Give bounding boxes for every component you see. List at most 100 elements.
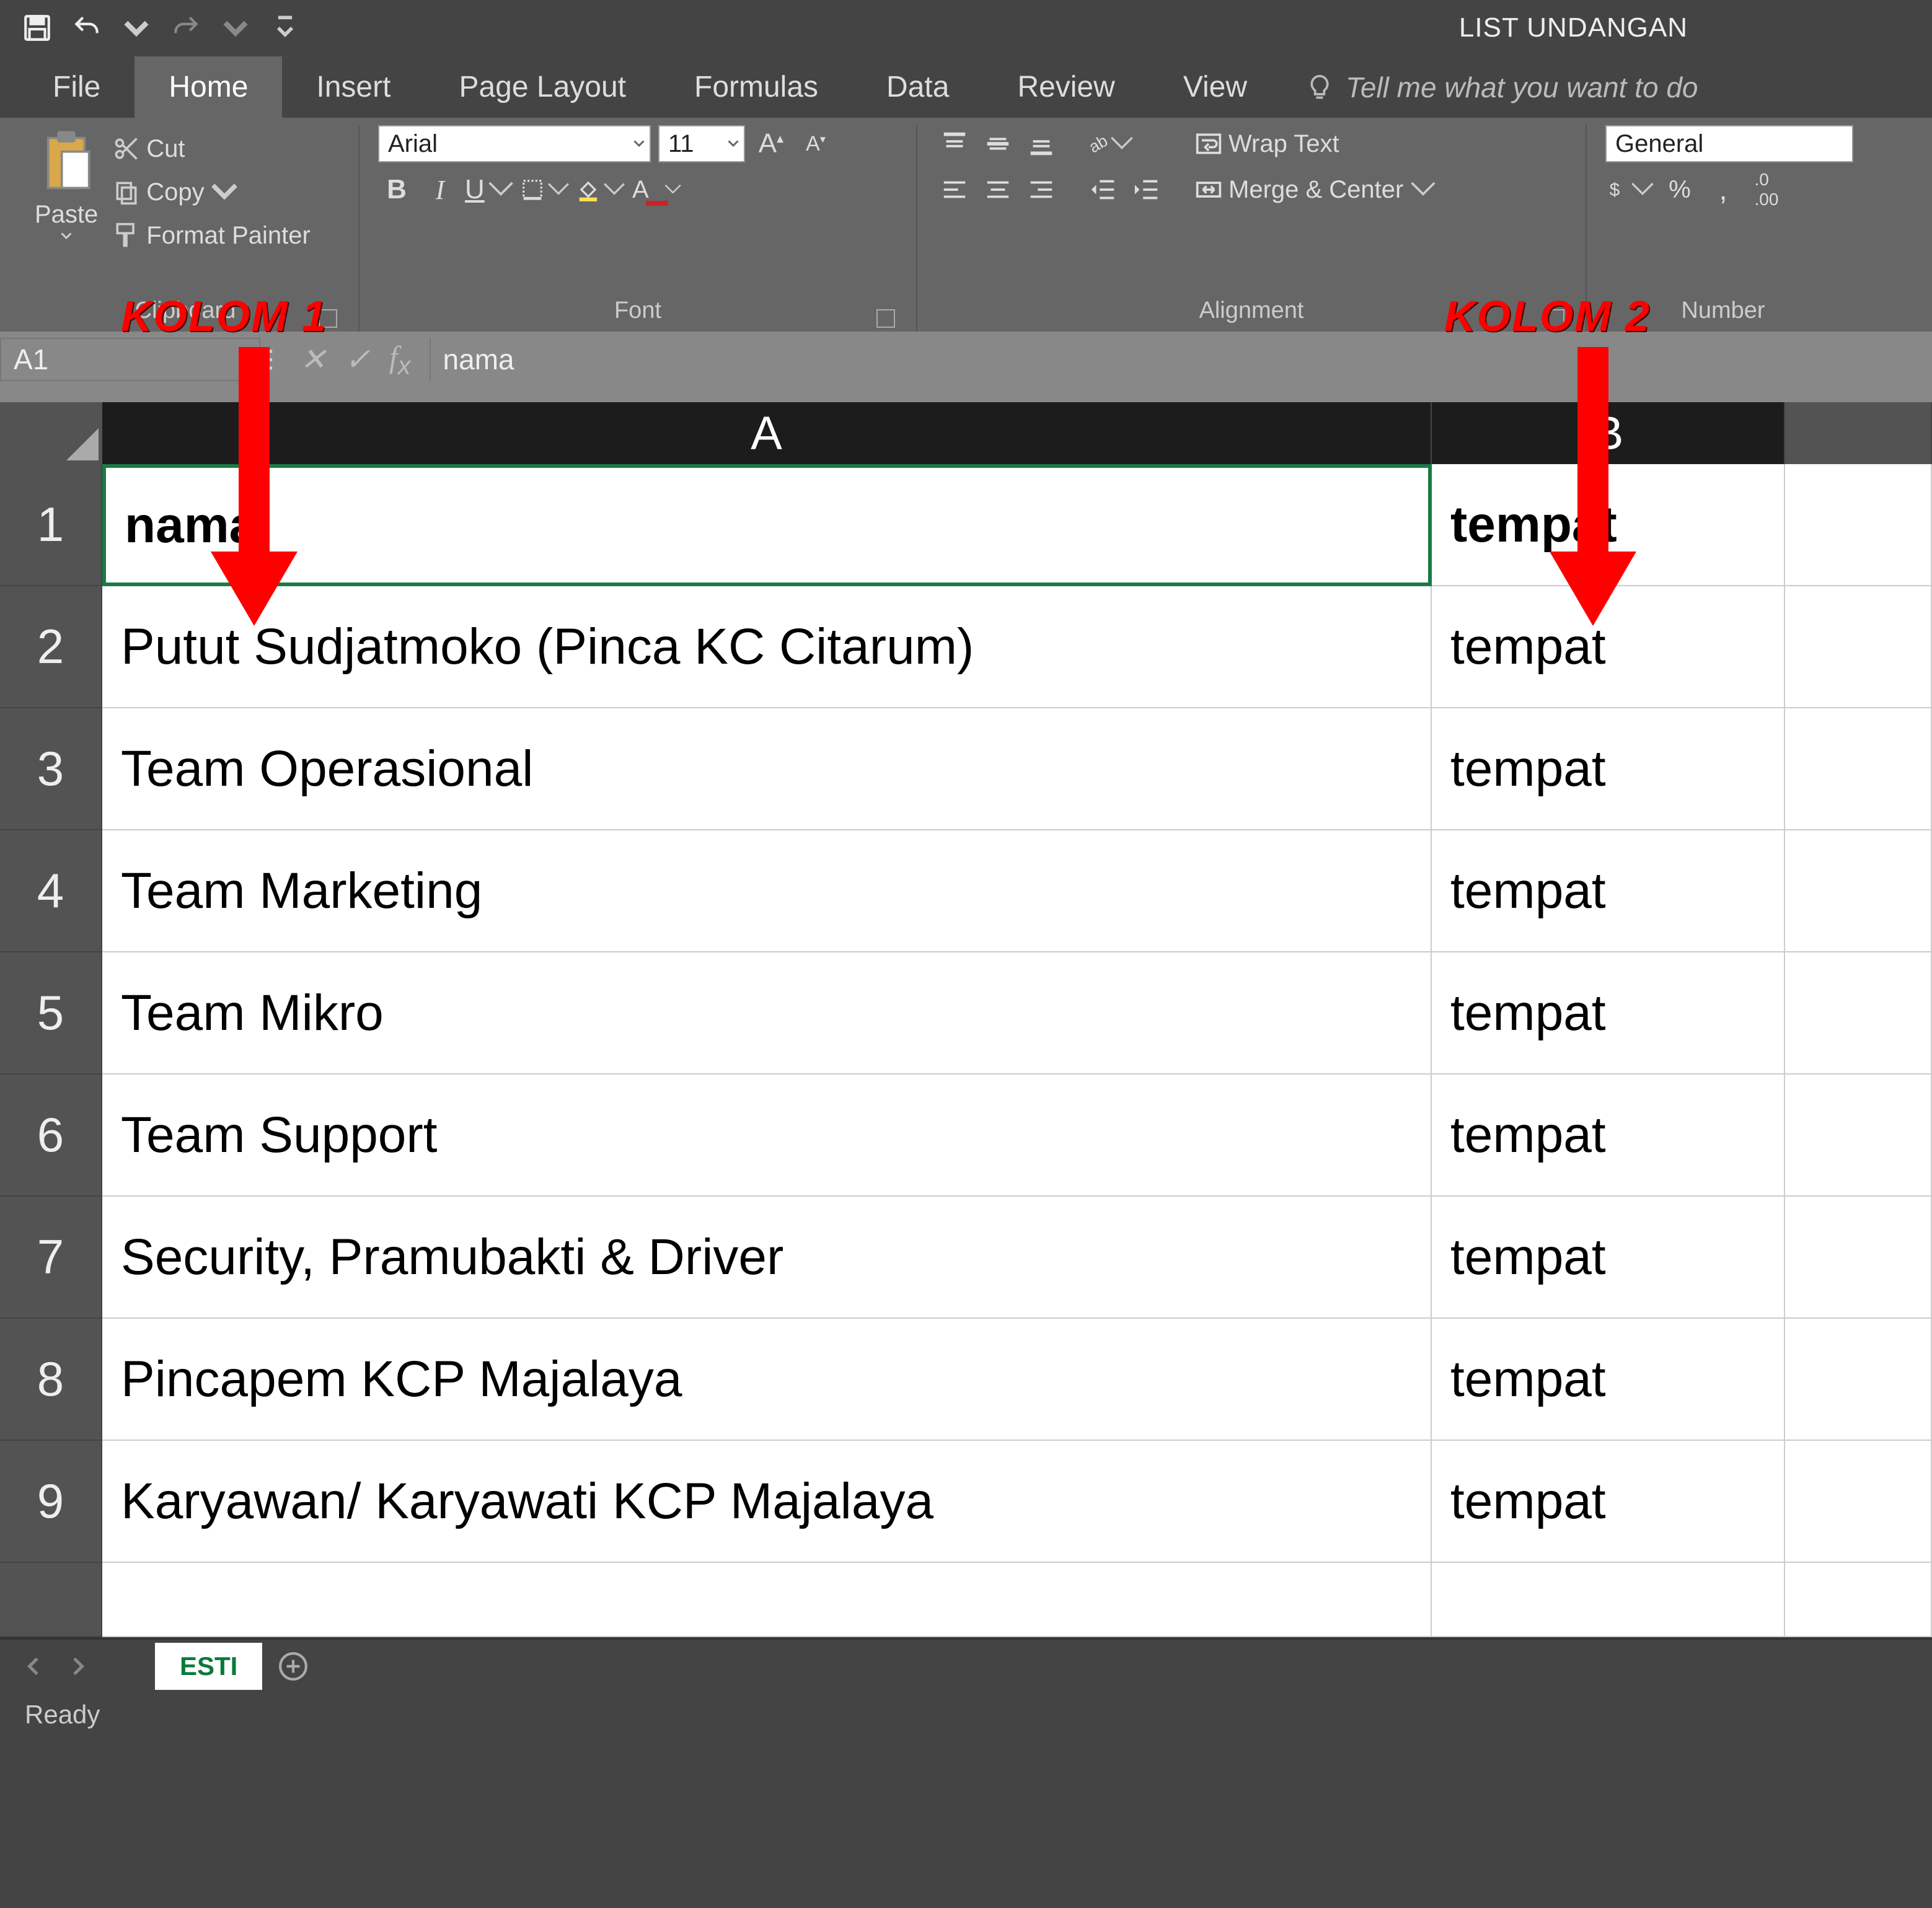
cell[interactable] <box>1785 1075 1932 1197</box>
cell[interactable]: tempat <box>1432 586 1785 708</box>
number-format-combo[interactable]: General <box>1605 125 1853 162</box>
percent-format-button[interactable]: % <box>1661 171 1698 208</box>
cell[interactable] <box>1785 830 1932 952</box>
cell[interactable] <box>1432 1563 1785 1637</box>
cell[interactable]: Team Marketing <box>102 830 1432 952</box>
row-header[interactable]: 1 <box>0 464 102 586</box>
select-all-button[interactable] <box>0 402 102 464</box>
redo-button[interactable] <box>167 9 205 46</box>
accounting-format-button[interactable]: $ <box>1605 171 1655 208</box>
sheet-nav-prev[interactable] <box>19 1651 50 1682</box>
row-header[interactable]: 2 <box>0 586 102 708</box>
cell[interactable]: tempat <box>1432 1319 1785 1441</box>
cell[interactable] <box>1785 1197 1932 1319</box>
merge-center-button[interactable]: Merge & Center <box>1195 171 1493 208</box>
paste-button[interactable]: Paste <box>31 125 102 244</box>
cell[interactable]: tempat <box>1432 1075 1785 1197</box>
cell[interactable]: nama <box>102 464 1432 586</box>
font-size-combo[interactable]: 11 <box>658 125 745 162</box>
align-top-button[interactable] <box>936 125 973 162</box>
borders-button[interactable] <box>521 171 570 208</box>
font-name-combo[interactable]: Arial <box>378 125 651 162</box>
copy-button[interactable]: Copy <box>113 174 311 211</box>
column-header-b[interactable]: B <box>1432 402 1785 464</box>
save-button[interactable] <box>19 9 56 46</box>
increase-decimal-button[interactable]: .0.00 <box>1748 171 1785 208</box>
font-color-button[interactable]: A <box>632 171 682 208</box>
decrease-font-button[interactable]: A▾ <box>797 125 834 162</box>
cell[interactable] <box>1785 708 1932 830</box>
align-bottom-button[interactable] <box>1023 125 1060 162</box>
formula-input[interactable]: nama <box>430 338 1932 381</box>
align-center-button[interactable] <box>979 171 1017 208</box>
cell[interactable]: Team Support <box>102 1075 1432 1197</box>
orientation-button[interactable]: ab <box>1085 125 1134 162</box>
name-box[interactable]: A1 <box>0 338 260 381</box>
alignment-dialog-launcher[interactable] <box>1546 309 1564 328</box>
cell[interactable] <box>1785 464 1932 586</box>
fill-color-button[interactable] <box>576 171 626 208</box>
cut-button[interactable]: Cut <box>113 130 311 167</box>
cell[interactable]: Karyawan/ Karyawati KCP Majalaya <box>102 1441 1432 1563</box>
decrease-indent-button[interactable] <box>1085 171 1122 208</box>
cell[interactable]: Security, Pramubakti & Driver <box>102 1197 1432 1319</box>
namebox-dropdown[interactable]: ⋮ <box>260 338 281 381</box>
row-header[interactable]: 7 <box>0 1197 102 1319</box>
row-header[interactable]: 3 <box>0 708 102 830</box>
tab-review[interactable]: Review <box>983 56 1149 118</box>
cell[interactable] <box>1785 1563 1932 1637</box>
increase-font-button[interactable]: A▴ <box>752 125 790 162</box>
new-sheet-button[interactable] <box>275 1648 312 1685</box>
align-left-button[interactable] <box>936 171 973 208</box>
cell[interactable] <box>1785 1441 1932 1563</box>
cell[interactable]: Putut Sudjatmoko (Pinca KC Citarum) <box>102 586 1432 708</box>
row-header[interactable]: 6 <box>0 1075 102 1197</box>
enter-formula-button[interactable]: ✓ <box>345 341 371 377</box>
undo-dropdown-icon[interactable] <box>118 9 155 46</box>
align-middle-button[interactable] <box>979 125 1017 162</box>
cell[interactable]: tempat <box>1432 1441 1785 1563</box>
sheet-tab-active[interactable]: ESTI <box>155 1643 262 1690</box>
row-header[interactable]: 4 <box>0 830 102 952</box>
column-header-c[interactable] <box>1785 402 1932 464</box>
undo-button[interactable] <box>68 9 105 46</box>
comma-format-button[interactable]: , <box>1705 171 1742 208</box>
tab-data[interactable]: Data <box>852 56 983 118</box>
row-header[interactable] <box>0 1563 102 1637</box>
sheet-nav-next[interactable] <box>62 1651 93 1682</box>
redo-dropdown-icon[interactable] <box>217 9 254 46</box>
font-dialog-launcher[interactable] <box>876 309 895 328</box>
wrap-text-button[interactable]: Wrap Text <box>1195 125 1455 162</box>
insert-function-button[interactable]: fx <box>389 339 411 380</box>
italic-button[interactable]: I <box>421 171 459 208</box>
align-right-button[interactable] <box>1023 171 1060 208</box>
increase-indent-button[interactable] <box>1128 171 1165 208</box>
row-header[interactable]: 9 <box>0 1441 102 1563</box>
row-header[interactable]: 8 <box>0 1319 102 1441</box>
cell[interactable] <box>1785 952 1932 1075</box>
cell[interactable]: Team Operasional <box>102 708 1432 830</box>
cell[interactable] <box>1785 586 1932 708</box>
underline-button[interactable]: U <box>465 171 514 208</box>
cell[interactable]: tempat <box>1432 708 1785 830</box>
cell[interactable] <box>1785 1319 1932 1441</box>
tab-home[interactable]: Home <box>135 56 282 118</box>
tab-file[interactable]: File <box>19 56 135 118</box>
clipboard-dialog-launcher[interactable] <box>319 309 337 328</box>
tab-view[interactable]: View <box>1149 56 1281 118</box>
cell[interactable]: tempat <box>1432 464 1785 586</box>
qat-customize-icon[interactable] <box>267 9 304 46</box>
column-header-a[interactable]: A <box>102 402 1432 464</box>
cell[interactable]: tempat <box>1432 1197 1785 1319</box>
format-painter-button[interactable]: Format Painter <box>113 217 311 254</box>
bold-button[interactable]: B <box>378 171 415 208</box>
cancel-formula-button[interactable]: ✕ <box>300 341 326 377</box>
cell[interactable]: Team Mikro <box>102 952 1432 1075</box>
cell[interactable]: tempat <box>1432 952 1785 1075</box>
tab-insert[interactable]: Insert <box>282 56 425 118</box>
tab-page-layout[interactable]: Page Layout <box>425 56 660 118</box>
cell[interactable]: tempat <box>1432 830 1785 952</box>
row-header[interactable]: 5 <box>0 952 102 1075</box>
cell[interactable]: Pincapem KCP Majalaya <box>102 1319 1432 1441</box>
tell-me-search[interactable]: Tell me what you want to do <box>1281 57 1723 118</box>
